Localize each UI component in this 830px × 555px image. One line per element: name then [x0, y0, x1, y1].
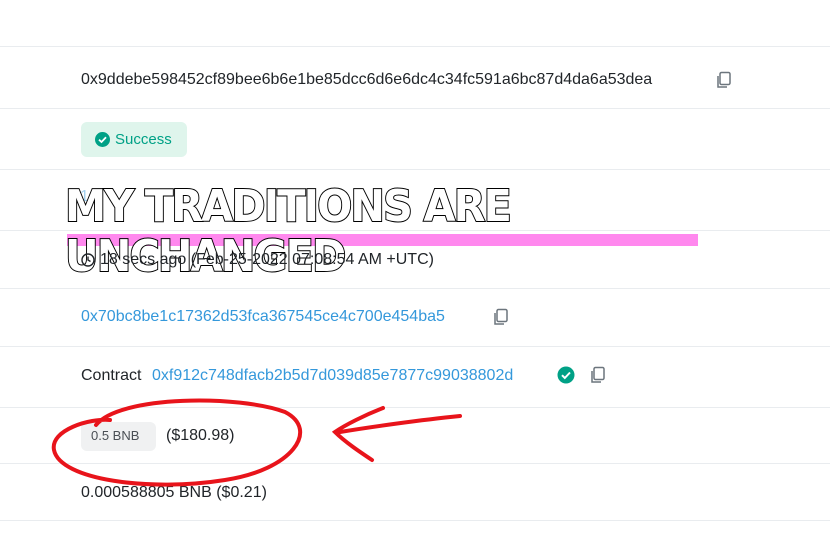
red-circle-annotation — [51, 398, 462, 487]
